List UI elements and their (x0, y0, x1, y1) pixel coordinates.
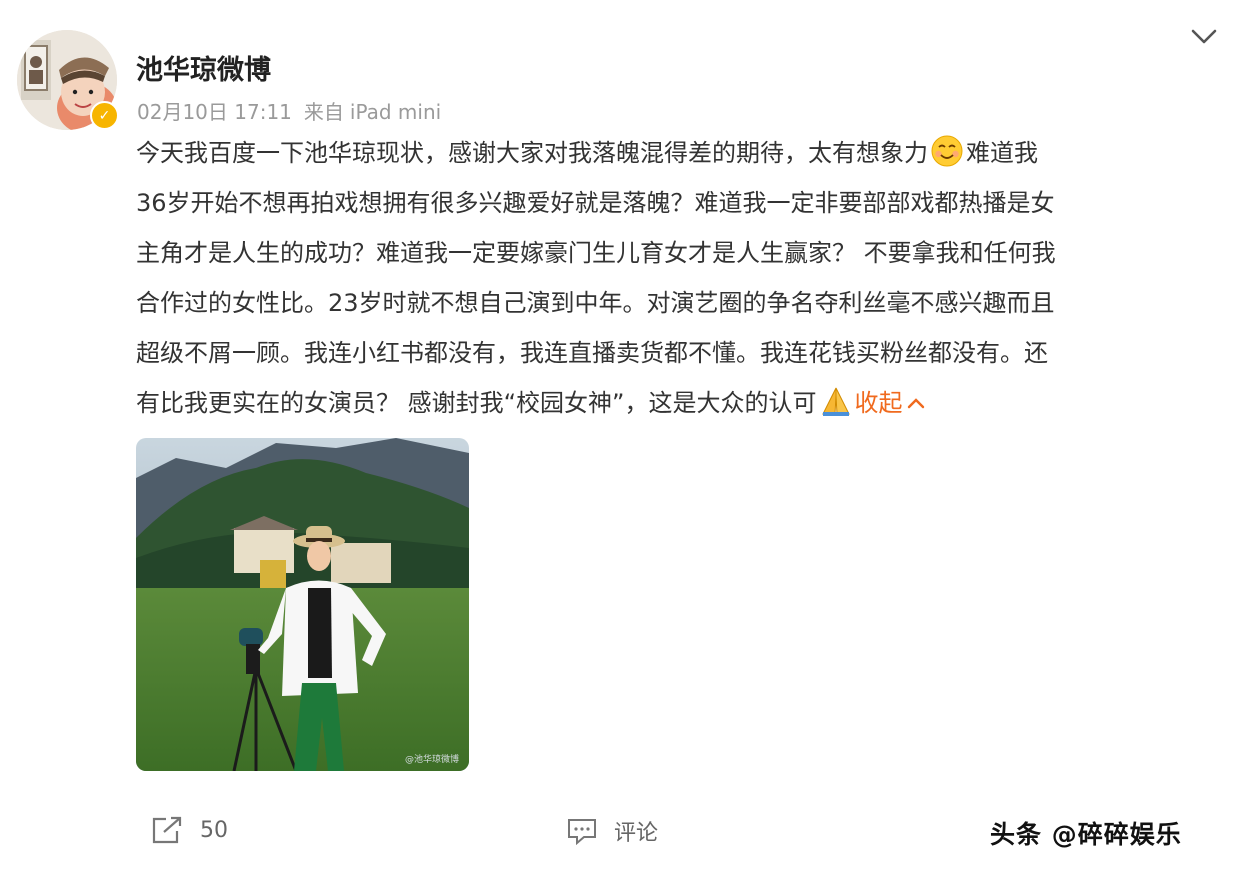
repost-count: 50 (200, 817, 228, 843)
chevron-up-icon[interactable] (905, 395, 927, 411)
smile-emoji-icon (931, 135, 963, 167)
username[interactable]: 池华琼微博 (136, 48, 271, 87)
avatar-container[interactable]: ✓ (17, 30, 119, 130)
source-prefix: 来自 (303, 100, 344, 124)
image-watermark: @池华琼微博 (404, 755, 459, 765)
photo-scene (136, 438, 469, 771)
post-text-line: 主角才是人生的成功？难道我一定要嫁豪门生儿育女才是人生赢家？ 不要拿我和任何我 (136, 239, 1056, 267)
repost-icon (152, 816, 182, 844)
verified-badge-icon: ✓ (90, 101, 119, 130)
chevron-down-icon[interactable] (1189, 24, 1219, 48)
post-text: 今天我百度一下池华琼现状，感谢大家对我落魄混得差的期待，太有想象力 难道我 36岁… (136, 128, 1216, 428)
source-watermark: 头条 @碎碎娱乐 (990, 820, 1182, 849)
post-image[interactable]: @池华琼微博 (136, 438, 469, 771)
comment-button[interactable]: 评论 (566, 815, 658, 847)
post-date: 02月10日 17:11 (137, 100, 292, 124)
post-text-line: 36岁开始不想再拍戏想拥有很多兴趣爱好就是落魄？难道我一定非要部部戏都热播是女 (136, 189, 1055, 217)
post-text-line: 有比我更实在的女演员？ 感谢封我“校园女神”，这是大众的认可 收起 (136, 378, 1216, 428)
repost-button[interactable]: 50 (150, 815, 228, 845)
pray-emoji-icon (821, 387, 850, 416)
post-source: iPad mini (349, 100, 442, 124)
post-text-line: 今天我百度一下池华琼现状，感谢大家对我落魄混得差的期待，太有想象力 难道我 (136, 128, 1216, 178)
post-text-line: 超级不屑一顾。我连小红书都没有，我连直播卖货都不懂。我连花钱买粉丝都没有。还 (136, 339, 1048, 367)
collapse-link[interactable]: 收起 (855, 389, 927, 417)
post-text-line: 合作过的女性比。23岁时就不想自己演到中年。对演艺圈的争名夺利丝毫不感兴趣而且 (136, 289, 1055, 317)
comment-label: 评论 (614, 821, 659, 846)
post-meta: 02月10日 17:11 来自 iPad mini (137, 96, 453, 125)
comment-icon (568, 819, 596, 845)
